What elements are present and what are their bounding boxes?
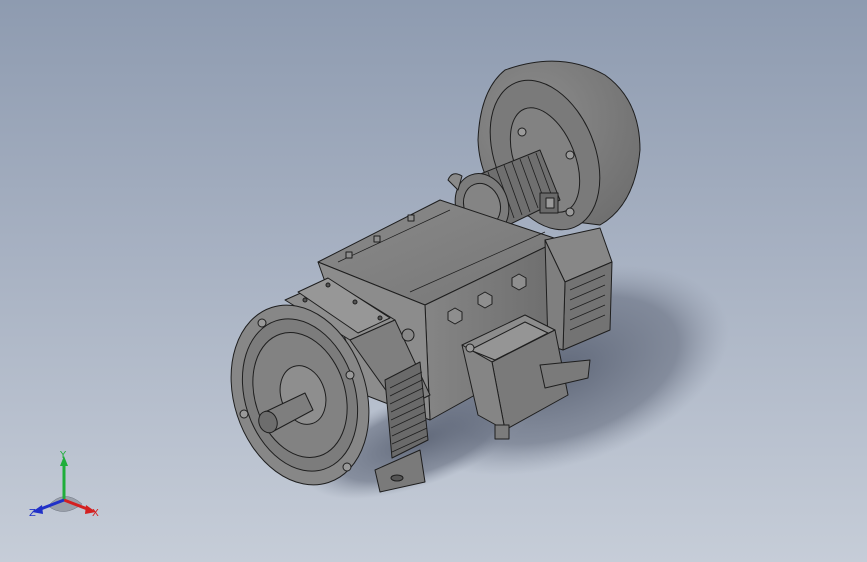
z-axis-label: Z: [29, 508, 36, 519]
orientation-triad: Y X Z: [29, 450, 99, 519]
x-axis-label: X: [92, 508, 99, 519]
graphics-viewport[interactable]: Y X Z: [0, 0, 867, 562]
front-vent-grille: [384, 361, 429, 459]
y-axis-label: Y: [59, 450, 67, 461]
motor-model[interactable]: [0, 0, 867, 562]
